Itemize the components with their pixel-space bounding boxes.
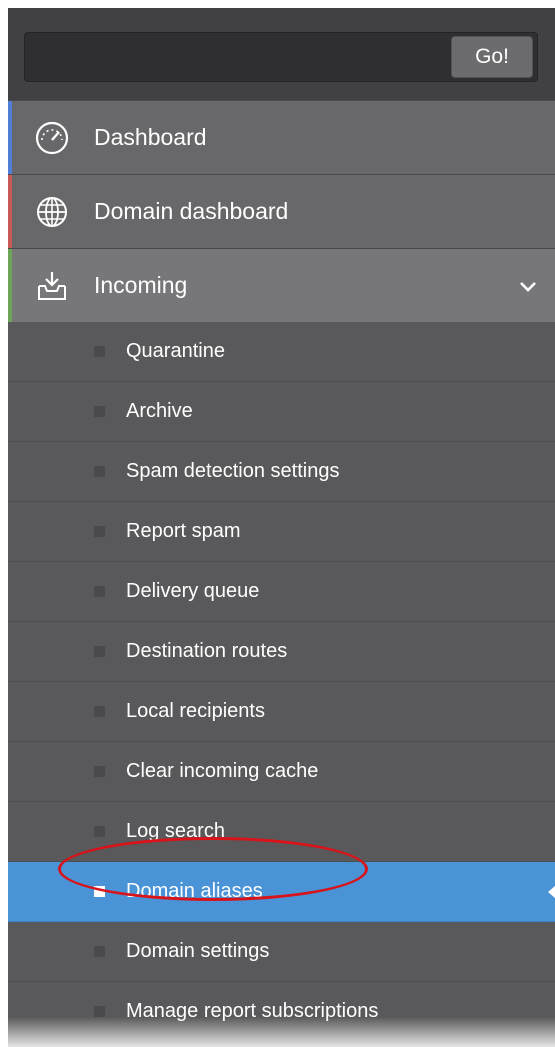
submenu-item-label: Archive xyxy=(126,400,193,422)
submenu-item-label: Local recipients xyxy=(126,700,265,722)
bullet-icon xyxy=(94,766,105,777)
navigation-sidebar: Go! Dashboard Domain dashboard Incoming … xyxy=(8,8,555,1047)
submenu-item-label: Delivery queue xyxy=(126,580,260,602)
bottom-fade xyxy=(8,1017,555,1047)
bullet-icon xyxy=(94,1006,105,1017)
submenu-item-label: Domain aliases xyxy=(126,880,263,902)
bullet-icon xyxy=(94,946,105,957)
nav-accent xyxy=(8,175,12,248)
submenu-item-label: Domain settings xyxy=(126,940,270,962)
submenu-item-report-spam[interactable]: Report spam xyxy=(8,502,555,562)
nav-accent xyxy=(8,249,12,322)
chevron-down-icon[interactable] xyxy=(519,272,537,299)
bullet-icon xyxy=(94,646,105,657)
submenu-item-quarantine[interactable]: Quarantine xyxy=(8,322,555,382)
nav-item-label: Domain dashboard xyxy=(94,198,289,224)
search-bar: Go! xyxy=(8,8,555,100)
speedometer-icon xyxy=(34,120,70,156)
incoming-submenu: Quarantine Archive Spam detection settin… xyxy=(8,322,555,1042)
bullet-icon xyxy=(94,346,105,357)
submenu-item-destination-routes[interactable]: Destination routes xyxy=(8,622,555,682)
nav-item-label: Incoming xyxy=(94,272,188,298)
globe-icon xyxy=(34,194,70,230)
submenu-item-domain-aliases[interactable]: Domain aliases xyxy=(8,862,555,922)
inbox-download-icon xyxy=(34,268,70,304)
active-caret-icon xyxy=(548,885,555,898)
submenu-item-domain-settings[interactable]: Domain settings xyxy=(8,922,555,982)
nav-accent xyxy=(8,101,12,174)
submenu-item-label: Log search xyxy=(126,820,225,842)
bullet-icon xyxy=(94,826,105,837)
submenu-item-label: Clear incoming cache xyxy=(126,760,319,782)
nav-item-incoming[interactable]: Incoming xyxy=(8,248,555,322)
submenu-item-local-recipients[interactable]: Local recipients xyxy=(8,682,555,742)
submenu-item-log-search[interactable]: Log search xyxy=(8,802,555,862)
submenu-item-spam-detection-settings[interactable]: Spam detection settings xyxy=(8,442,555,502)
go-button[interactable]: Go! xyxy=(451,36,533,78)
bullet-icon xyxy=(94,406,105,417)
submenu-item-clear-incoming-cache[interactable]: Clear incoming cache xyxy=(8,742,555,802)
nav-item-label: Dashboard xyxy=(94,124,207,150)
submenu-item-label: Report spam xyxy=(126,520,241,542)
submenu-item-label: Destination routes xyxy=(126,640,288,662)
bullet-icon xyxy=(94,526,105,537)
nav-item-domain-dashboard[interactable]: Domain dashboard xyxy=(8,174,555,248)
bullet-icon xyxy=(94,586,105,597)
bullet-icon xyxy=(94,886,105,897)
submenu-item-delivery-queue[interactable]: Delivery queue xyxy=(8,562,555,622)
nav-item-dashboard[interactable]: Dashboard xyxy=(8,100,555,174)
bullet-icon xyxy=(94,706,105,717)
submenu-item-archive[interactable]: Archive xyxy=(8,382,555,442)
bullet-icon xyxy=(94,466,105,477)
submenu-item-label: Quarantine xyxy=(126,340,225,362)
submenu-item-label: Spam detection settings xyxy=(126,460,340,482)
